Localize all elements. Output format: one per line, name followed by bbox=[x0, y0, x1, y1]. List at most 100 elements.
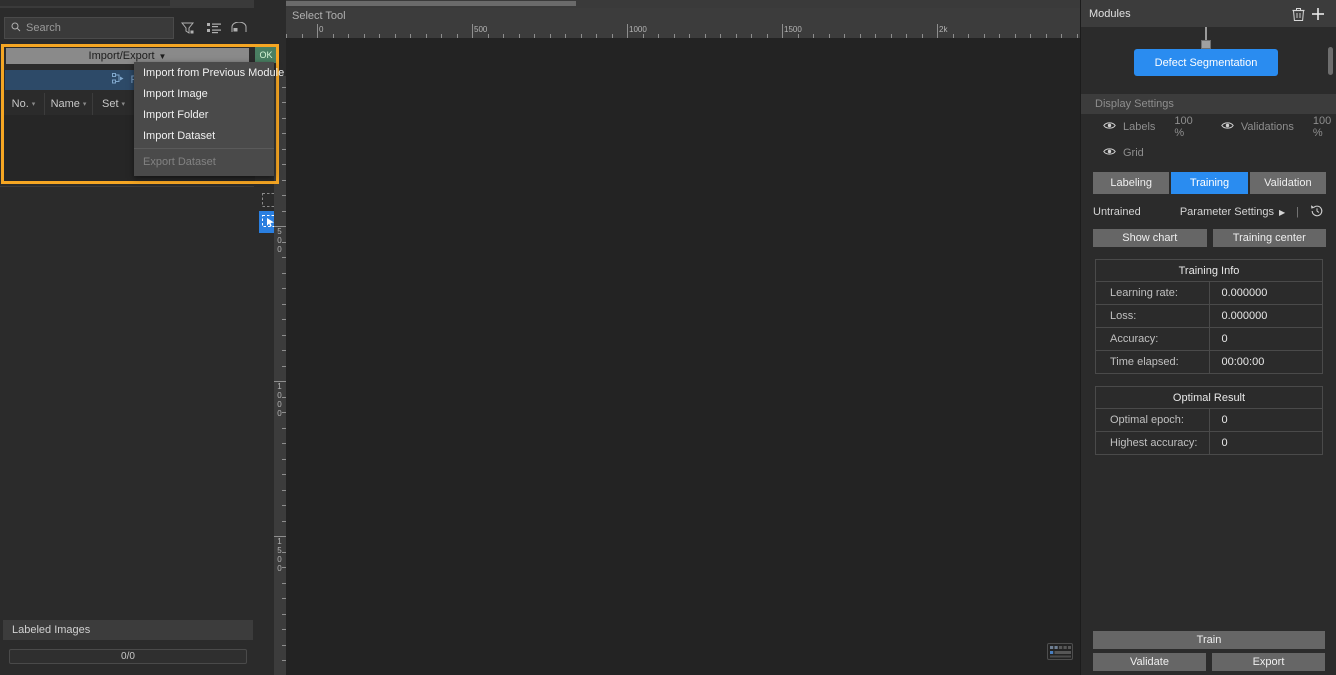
ruler-label: 0 bbox=[277, 409, 282, 418]
tab-training[interactable]: Training bbox=[1171, 172, 1248, 194]
menu-item-import-dataset[interactable]: Import Dataset bbox=[134, 125, 274, 146]
ruler-tick bbox=[282, 613, 286, 615]
display-settings-title: Display Settings bbox=[1095, 98, 1174, 110]
ruler-label: 500 bbox=[474, 25, 488, 34]
history-reset-icon[interactable] bbox=[1310, 204, 1324, 221]
module-graph-canvas[interactable]: Defect Segmentation bbox=[1081, 27, 1336, 76]
table-row: Time elapsed: 00:00:00 bbox=[1095, 350, 1323, 374]
export-button[interactable]: Export bbox=[1212, 653, 1325, 671]
labeled-images-header: Labeled Images bbox=[3, 620, 253, 640]
ruler-tick bbox=[472, 24, 473, 38]
trash-icon[interactable] bbox=[1288, 7, 1308, 21]
display-settings-row-2: Grid bbox=[1081, 140, 1336, 166]
ruler-label: 1 bbox=[277, 382, 282, 391]
ruler-tick bbox=[282, 210, 286, 212]
column-label: Name bbox=[50, 98, 80, 110]
eye-icon[interactable] bbox=[1103, 147, 1116, 159]
column-header-no[interactable]: No. ▾ bbox=[3, 93, 45, 115]
ruler-tick bbox=[282, 489, 286, 491]
training-center-button[interactable]: Training center bbox=[1212, 229, 1326, 247]
search-input[interactable]: Search bbox=[4, 17, 174, 39]
table-row: Optimal Result bbox=[1095, 386, 1323, 409]
training-action-buttons: Show chart Training center bbox=[1093, 229, 1326, 247]
row-label: Optimal epoch: bbox=[1095, 408, 1210, 432]
import-export-dropdown-menu[interactable]: Import from Previous Module Import Image… bbox=[134, 62, 284, 176]
search-toolbar: Search bbox=[0, 13, 254, 43]
eye-icon[interactable] bbox=[1103, 121, 1116, 133]
filter-icon[interactable] bbox=[178, 17, 199, 39]
canvas-scroll-thumb[interactable] bbox=[286, 1, 576, 6]
display-settings-row-1: Labels 100 % Validations 100 % bbox=[1081, 114, 1336, 140]
optimal-result-table: Optimal Result Optimal epoch: 0 Highest … bbox=[1095, 386, 1323, 455]
display-validations-toggle[interactable]: Validations 100 % bbox=[1221, 115, 1336, 139]
keyboard-icon[interactable] bbox=[1039, 635, 1081, 667]
row-value: 0 bbox=[1208, 327, 1323, 351]
left-panel-top-scrollbar[interactable] bbox=[0, 0, 254, 8]
ruler-tick bbox=[282, 505, 286, 506]
menu-item-import-folder[interactable]: Import Folder bbox=[134, 104, 274, 125]
ruler-tick bbox=[317, 24, 318, 38]
chevron-down-icon: ▼ bbox=[158, 51, 167, 61]
ruler-tick bbox=[282, 458, 286, 460]
horizontal-ruler: 0 500 1000 1500 2k bbox=[286, 24, 1080, 38]
ruler-tick bbox=[282, 629, 286, 630]
left-panel-scroll-thumb[interactable] bbox=[0, 0, 170, 6]
row-label: Learning rate: bbox=[1095, 281, 1210, 305]
canvas-area: Select Tool 0500100015002k 500100015002 bbox=[274, 0, 1081, 675]
menu-item-import-image[interactable]: Import Image bbox=[134, 83, 274, 104]
menu-item-import-from-previous-module[interactable]: Import from Previous Module bbox=[134, 62, 284, 83]
ruler-tick bbox=[282, 148, 286, 150]
row-value: 00:00:00 bbox=[1208, 350, 1323, 374]
display-labels-toggle[interactable]: Labels 100 % bbox=[1103, 115, 1199, 139]
show-chart-button[interactable]: Show chart bbox=[1093, 229, 1207, 247]
ruler-label: 5 bbox=[277, 546, 282, 555]
train-button[interactable]: Train bbox=[1093, 631, 1325, 649]
ruler-tick bbox=[282, 319, 286, 320]
tab-labeling[interactable]: Labeling bbox=[1093, 172, 1170, 194]
module-canvas-scrollbar[interactable] bbox=[1328, 47, 1333, 75]
ruler-tick bbox=[282, 133, 286, 134]
sort-arrow-icon: ▾ bbox=[82, 101, 87, 108]
ruler-tick bbox=[782, 24, 783, 38]
row-value: 0 bbox=[1208, 431, 1323, 455]
ruler-tick bbox=[282, 334, 286, 336]
column-label: No. bbox=[11, 98, 29, 110]
ruler-tick bbox=[282, 598, 286, 599]
validate-button[interactable]: Validate bbox=[1093, 653, 1206, 671]
ruler-label: 0 bbox=[277, 245, 282, 254]
ruler-tick bbox=[282, 272, 286, 274]
select-tool-label: Select Tool bbox=[292, 10, 346, 22]
parameter-settings-link[interactable]: Parameter Settings bbox=[1180, 206, 1274, 218]
training-status-row: Untrained Parameter Settings ▶ | bbox=[1093, 201, 1324, 223]
row-value: 0 bbox=[1208, 408, 1323, 432]
ruler-label: 0 bbox=[277, 555, 282, 564]
canvas-surface[interactable]: 500100015002 bbox=[274, 38, 1081, 675]
ruler-label: 0 bbox=[277, 391, 282, 400]
canvas-horizontal-scrollbar[interactable] bbox=[286, 0, 1080, 8]
row-label: Highest accuracy: bbox=[1095, 431, 1210, 455]
display-grid-toggle[interactable]: Grid bbox=[1103, 147, 1144, 159]
ruler-label: 0 bbox=[319, 25, 324, 34]
bottom-action-buttons: Train Validate Export bbox=[1081, 631, 1336, 671]
node-connector-line bbox=[1205, 27, 1207, 41]
display-grid-label: Grid bbox=[1123, 147, 1144, 159]
tab-validation[interactable]: Validation bbox=[1249, 172, 1326, 194]
node-input-port[interactable] bbox=[1201, 40, 1211, 49]
column-header-name[interactable]: Name ▾ bbox=[45, 93, 93, 115]
ruler-tick bbox=[282, 660, 286, 661]
column-header-set[interactable]: Set ▾ bbox=[93, 93, 135, 115]
sort-arrow-icon: ▾ bbox=[31, 101, 36, 108]
image-list-area[interactable] bbox=[0, 186, 254, 620]
module-node-defect-segmentation[interactable]: Defect Segmentation bbox=[1134, 49, 1278, 76]
ruler-label: 2k bbox=[939, 25, 948, 34]
ruler-tick bbox=[627, 24, 628, 38]
list-icon[interactable] bbox=[203, 17, 224, 39]
table-row: Training Info bbox=[1095, 259, 1323, 282]
row-value: 0.000000 bbox=[1208, 304, 1323, 328]
ruler-tick bbox=[282, 582, 286, 584]
ok-button[interactable]: OK bbox=[255, 46, 277, 63]
plus-icon[interactable] bbox=[1308, 7, 1328, 21]
layout-icon[interactable] bbox=[229, 17, 250, 39]
display-labels-label: Labels bbox=[1123, 121, 1156, 133]
eye-icon[interactable] bbox=[1221, 121, 1234, 133]
